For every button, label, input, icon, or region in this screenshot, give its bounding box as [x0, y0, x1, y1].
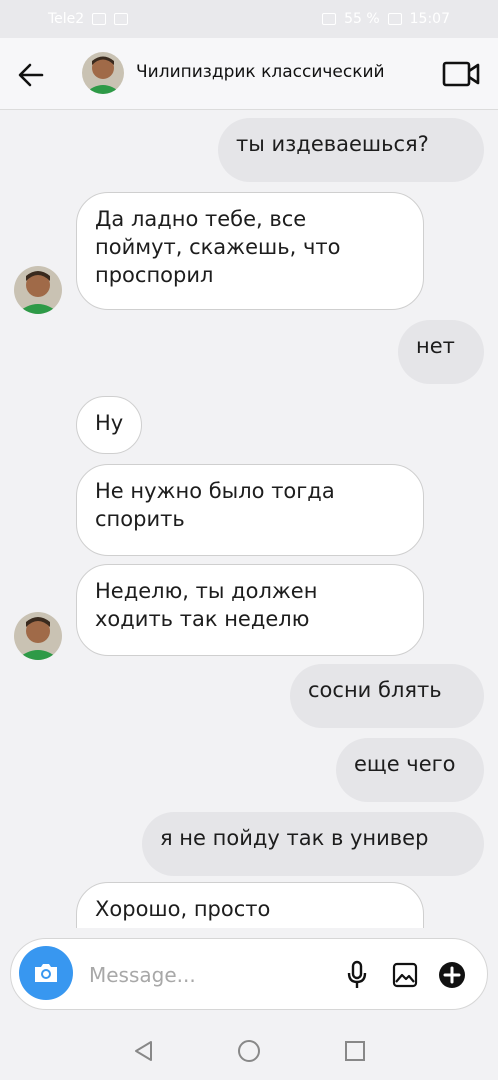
mute-icon — [322, 13, 337, 25]
sender-avatar[interactable] — [14, 612, 62, 660]
battery-icon — [387, 13, 402, 25]
circle-home-icon — [238, 1040, 260, 1062]
nav-recents-button[interactable] — [342, 1038, 368, 1064]
clock: 15:07 — [409, 11, 450, 27]
contact-name[interactable]: Чилипиздрик классический — [136, 62, 385, 82]
message-outgoing[interactable]: нет — [398, 320, 484, 384]
arrow-left-icon — [18, 63, 44, 87]
avatar-photo — [14, 612, 62, 660]
message-incoming[interactable]: Да ладно тебе, все поймут, скажешь, что … — [76, 192, 424, 310]
video-camera-icon — [442, 61, 480, 87]
message-incoming[interactable]: Неделю, ты должен ходить так неделю — [76, 564, 424, 656]
back-button[interactable] — [14, 58, 48, 92]
microphone-button[interactable] — [343, 959, 371, 991]
carrier-label: Tele2 — [48, 11, 85, 27]
plus-circle-icon — [439, 962, 465, 988]
message-outgoing[interactable]: ты издеваешься? — [218, 118, 484, 182]
message-thread[interactable]: ты издеваешься? Да ладно тебе, все пойму… — [0, 110, 498, 928]
message-input[interactable] — [87, 957, 321, 993]
more-button[interactable] — [437, 960, 467, 990]
message-outgoing[interactable]: еще чего — [336, 738, 484, 802]
avatar-photo — [14, 266, 62, 314]
message-outgoing[interactable]: сосни блять — [290, 664, 484, 728]
wifi-icon — [114, 13, 129, 25]
message-incoming[interactable]: Ну — [76, 396, 142, 454]
battery-percent: 55 % — [344, 11, 380, 27]
microphone-icon — [347, 960, 367, 988]
camera-icon — [35, 964, 57, 982]
camera-button[interactable] — [19, 946, 73, 1000]
message-incoming[interactable]: Не нужно было тогда спорить — [76, 464, 424, 556]
chat-header: Чилипиздрик классический — [0, 38, 498, 110]
contact-avatar[interactable] — [82, 52, 124, 94]
triangle-back-icon — [135, 1041, 152, 1061]
message-composer — [10, 938, 488, 1010]
nav-home-button[interactable] — [236, 1038, 262, 1064]
video-call-button[interactable] — [440, 58, 482, 90]
signal-icon — [92, 13, 107, 25]
status-bar: Tele2 55 % 15:07 — [0, 0, 498, 38]
status-right: 55 % 15:07 — [322, 11, 450, 27]
square-recents-icon — [345, 1041, 365, 1061]
message-outgoing[interactable]: я не пойду так в универ — [142, 812, 484, 876]
image-icon — [392, 962, 418, 988]
sender-avatar[interactable] — [14, 266, 62, 314]
system-nav-bar — [0, 1020, 498, 1080]
gallery-button[interactable] — [391, 961, 419, 989]
status-left: Tele2 — [48, 11, 129, 27]
message-incoming[interactable]: Хорошо, просто — [76, 882, 424, 928]
avatar-photo — [82, 52, 124, 94]
nav-back-button[interactable] — [130, 1038, 156, 1064]
